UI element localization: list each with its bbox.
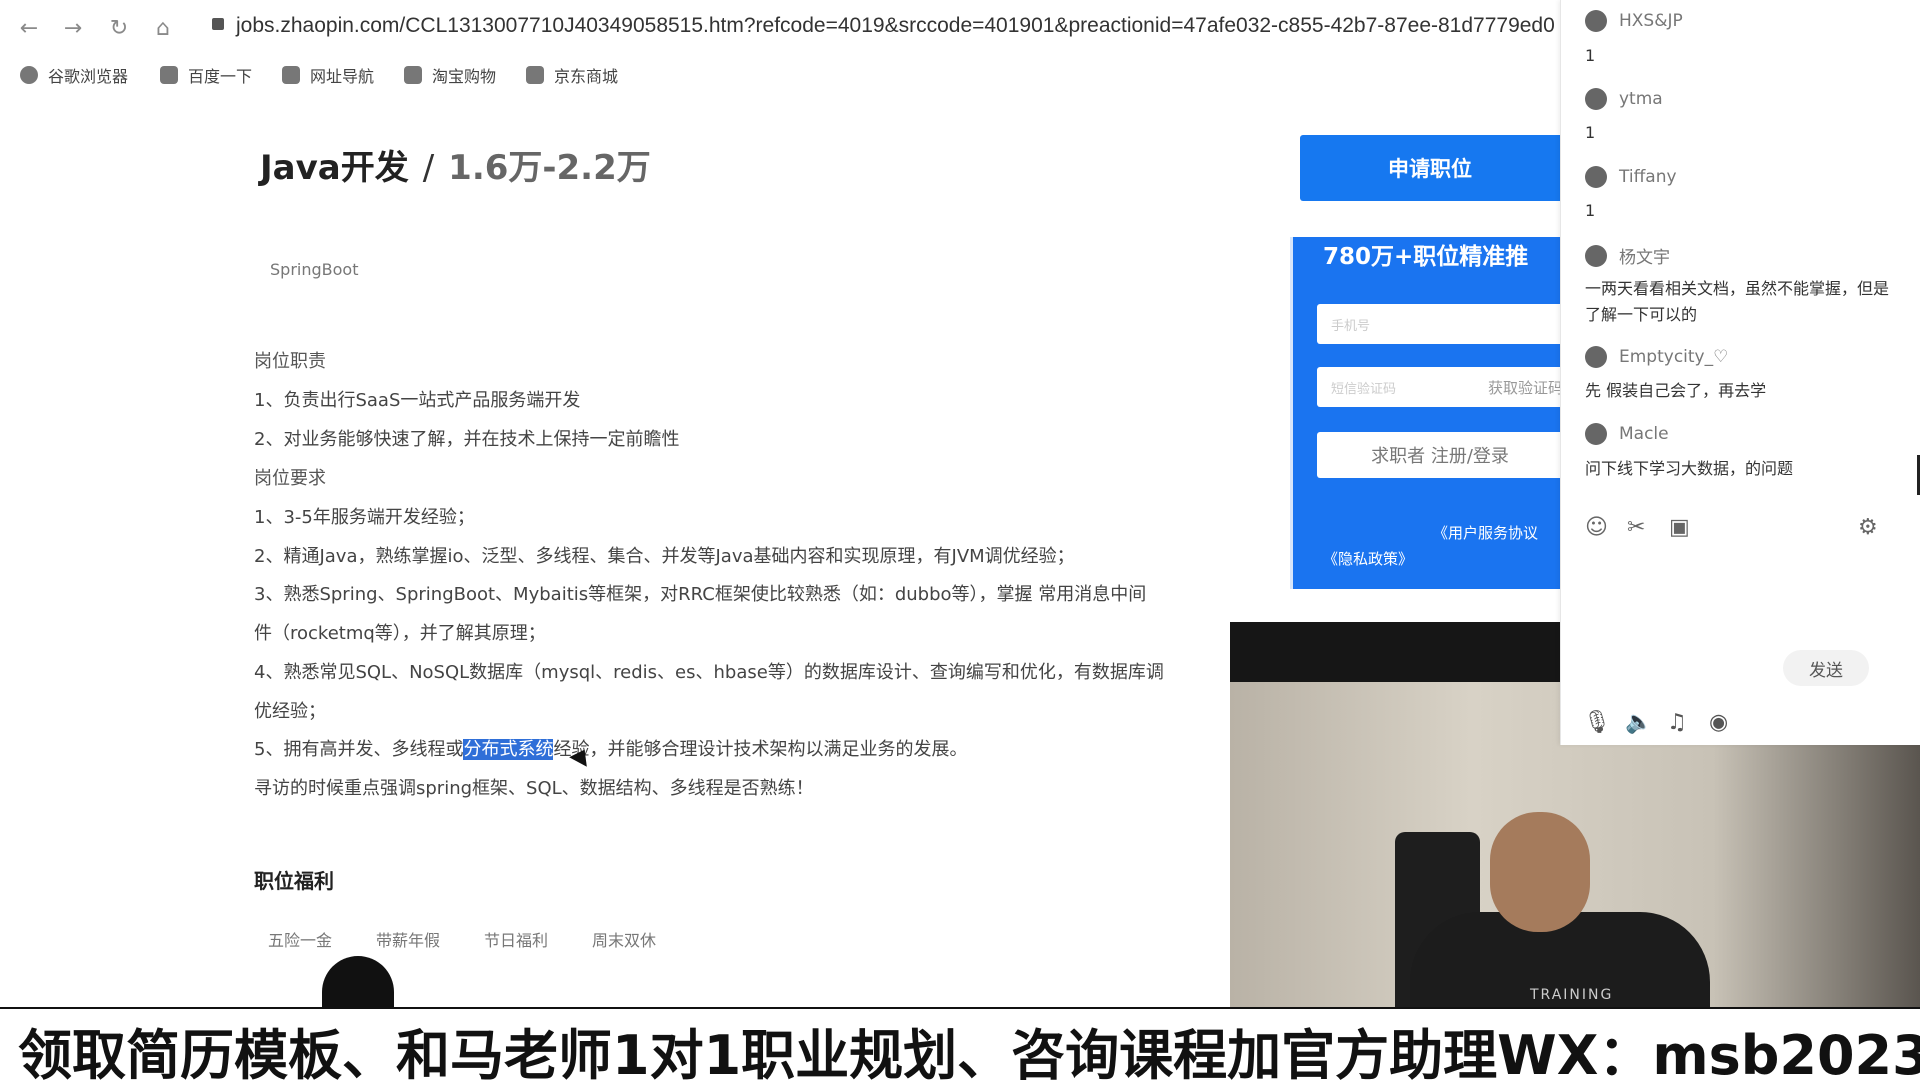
avatar: [1585, 166, 1607, 188]
code-placeholder: 短信验证码: [1331, 382, 1397, 397]
duties-heading: 岗位职责: [254, 351, 326, 372]
chat-username: Macle: [1585, 423, 1669, 445]
chat-username: 杨文宇: [1585, 243, 1670, 268]
reload-icon[interactable]: ↻: [104, 14, 134, 44]
chrome-icon: [20, 66, 38, 84]
scissors-icon[interactable]: ✂: [1627, 515, 1645, 540]
signup-card: 780万+职位精准推 手机号 短信验证码 获取验证码 求职者 注册/登录 《用户…: [1290, 237, 1563, 589]
requirement-line: 件（rocketmq等），并了解其原理；: [254, 623, 546, 644]
jd-icon: [526, 66, 544, 84]
chat-message: 先 假装自己会了，再去学: [1585, 381, 1767, 400]
duty-line: 2、对业务能够快速了解，并在技术上保持一定前瞻性: [254, 429, 680, 450]
lock-icon: [212, 18, 224, 30]
req5-text-tail: 经验，并能够合理设计技术架构以满足业务的发展。: [553, 739, 968, 760]
requirements-heading: 岗位要求: [254, 468, 326, 489]
duty-line: 1、负责出行SaaS一站式产品服务端开发: [254, 390, 581, 411]
microphone-icon[interactable]: 🎙: [1583, 710, 1611, 735]
sms-code-input[interactable]: 短信验证码 获取验证码: [1317, 367, 1563, 407]
terms-links: 《用户服务协议 《隐私政策》: [1323, 520, 1538, 572]
chat-message: 1: [1585, 46, 1596, 65]
shirt-text: TRAINING: [1530, 987, 1614, 1003]
benefits-heading: 职位福利: [254, 869, 334, 893]
requirement-line-5: 5、拥有高并发、多线程或分布式系统经验，并能够合理设计技术架构以满足业务的发展。: [254, 735, 967, 761]
location-icon[interactable]: ◉: [1709, 710, 1728, 735]
browser-toolbar: ← → ↻ ⌂ jobs.zhaopin.com/CCL1313007710J4…: [0, 0, 1560, 58]
phone-placeholder: 手机号: [1331, 319, 1371, 334]
interview-note: 寻访的时候重点强调spring框架、SQL、数据结构、多线程是否熟练！: [254, 778, 814, 799]
send-button[interactable]: 发送: [1783, 650, 1869, 686]
speaker-icon[interactable]: 🔈: [1625, 710, 1652, 735]
smile-icon[interactable]: ☺: [1585, 515, 1608, 540]
phone-input[interactable]: 手机号: [1317, 304, 1563, 344]
salary: 1.6万-2.2万: [448, 148, 651, 188]
req5-text: 5、拥有高并发、多线程或: [254, 739, 464, 760]
taobao-icon: [404, 66, 422, 84]
music-icon[interactable]: ♫: [1667, 710, 1687, 735]
bookmark-taobao[interactable]: 淘宝购物: [404, 62, 496, 88]
image-icon[interactable]: ▣: [1669, 515, 1690, 540]
avatar: [1585, 244, 1607, 267]
avatar: [1585, 423, 1607, 445]
bookmark-web-nav[interactable]: 网址导航: [282, 62, 374, 88]
selected-text-highlight[interactable]: 分布式系统: [463, 739, 554, 760]
skill-tag[interactable]: SpringBoot: [270, 260, 358, 279]
chat-message: 一两天看看相关文档，虽然不能掌握，但是了解一下可以的: [1585, 279, 1890, 324]
privacy-policy-link[interactable]: 《隐私政策》: [1323, 546, 1538, 572]
chat-username: ytma: [1585, 88, 1663, 110]
user-agreement-link[interactable]: 《用户服务协议: [1323, 520, 1538, 546]
requirement-line: 3、熟悉Spring、SpringBoot、Mybaitis等框架，对RRC框架…: [254, 584, 1147, 605]
chat-username: Emptycity_♡: [1585, 346, 1728, 368]
signup-headline: 780万+职位精准推: [1323, 244, 1529, 270]
requirement-line: 4、熟悉常见SQL、NoSQL数据库（mysql、redis、es、hbase等…: [254, 662, 1164, 683]
live-chat-panel: HXS&JP 1 ytma 1 Tiffany 1 杨文宇 一两天看看相关文档，…: [1560, 0, 1920, 745]
chat-username: Tiffany: [1585, 166, 1677, 188]
forward-arrow-icon[interactable]: →: [58, 14, 88, 44]
get-code-link[interactable]: 获取验证码: [1488, 377, 1563, 398]
register-login-button[interactable]: 求职者 注册/登录: [1317, 432, 1563, 478]
chat-message: 1: [1585, 123, 1596, 142]
avatar: [1585, 88, 1607, 110]
bookmark-jd[interactable]: 京东商城: [526, 62, 618, 88]
avatar: [1585, 10, 1607, 32]
bookmark-baidu[interactable]: 百度一下: [160, 62, 252, 88]
title-separator: /: [422, 148, 435, 188]
baidu-paw-icon: [160, 66, 178, 84]
back-arrow-icon[interactable]: ←: [14, 14, 44, 44]
cartoon-avatar: [322, 956, 394, 1012]
bookmarks-bar: 谷歌浏览器 百度一下 网址导航 淘宝购物 京东商城: [0, 58, 1560, 94]
presenter-head: [1490, 812, 1590, 932]
bookmark-google-browser[interactable]: 谷歌浏览器: [20, 62, 128, 88]
requirement-line: 优经验；: [254, 701, 326, 722]
chat-message: 1: [1585, 201, 1596, 220]
requirement-line: 2、精通Java，熟练掌握io、泛型、多线程、集合、并发等Java基础内容和实现…: [254, 546, 1075, 567]
avatar: [1585, 346, 1607, 368]
job-title: Java开发 / 1.6万-2.2万: [260, 140, 651, 189]
home-icon[interactable]: ⌂: [148, 14, 178, 44]
address-bar[interactable]: jobs.zhaopin.com/CCL1313007710J403490585…: [236, 14, 1555, 38]
settings-icon[interactable]: ⚙: [1858, 515, 1878, 540]
requirement-line: 1、3-5年服务端开发经验；: [254, 507, 475, 528]
benefit-tag: 周末双休: [592, 931, 657, 950]
promo-banner: 领取简历模板、和马老师1对1职业规划、咨询课程加官方助理WX：msb2023: [0, 1007, 1920, 1087]
benefit-tag: 带薪年假: [376, 931, 441, 950]
job-name: Java开发: [260, 148, 409, 188]
house-icon: [282, 66, 300, 84]
apply-job-button[interactable]: 申请职位: [1300, 135, 1560, 201]
promo-banner-text: 领取简历模板、和马老师1对1职业规划、咨询课程加官方助理WX：msb2023: [18, 1024, 1920, 1087]
chat-username: HXS&JP: [1585, 10, 1683, 32]
chat-message: 问下线下学习大数据，的问题: [1585, 459, 1794, 478]
benefit-tag: 节日福利: [484, 931, 549, 950]
benefit-tag: 五险一金: [268, 931, 333, 950]
